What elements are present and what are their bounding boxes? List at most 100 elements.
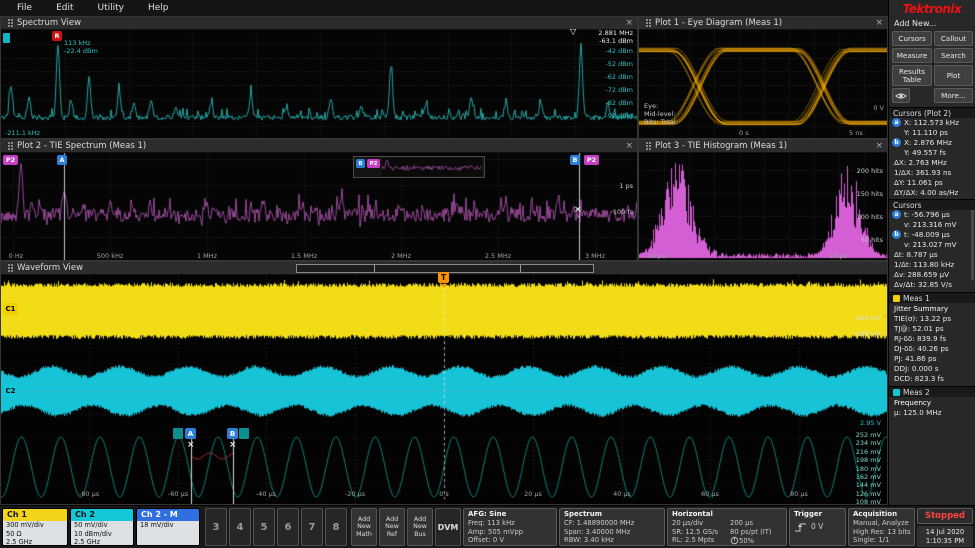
cursor-x-marker[interactable]: × (229, 441, 237, 450)
afg-freq: Freq: 113 kHz (468, 519, 552, 528)
settings-bar: Ch 1 300 mV/div 50 Ω 2.5 GHz Ch 2 50 mV/… (0, 505, 975, 548)
ch2-scale-label: 3.25 V (860, 380, 881, 388)
ch2-math-label: Ch 2 - M (137, 509, 199, 521)
waveform-plot-area[interactable] (1, 275, 888, 505)
afg-settings[interactable]: AFG: Sine Freq: 113 kHz Amp: 505 mVpp Of… (463, 508, 557, 546)
math-scale-label: 162 mV (856, 473, 881, 481)
spectrum-settings[interactable]: Spectrum CF: 1.48890000 MHz Span: 3.4000… (559, 508, 665, 546)
ch2-scale-label: 3.15 V (860, 393, 881, 401)
cursors-button[interactable]: Cursors (892, 31, 932, 46)
plot-source-badge[interactable]: P2 (3, 155, 18, 165)
measure-button[interactable]: Measure (892, 48, 932, 63)
math-scale-label: 198 mV (856, 456, 881, 464)
histogram-plot-area[interactable] (639, 153, 888, 261)
axis-tick: 2 MHz (391, 252, 411, 260)
more-button[interactable]: More... (934, 88, 973, 103)
acquisition-settings[interactable]: Acquisition Manual, Analyze High Res: 13… (848, 508, 915, 546)
channel2-handle-badge[interactable]: C2 (3, 385, 18, 397)
axis-tick: 2.5 MHz (485, 252, 511, 260)
tie-spectrum-titlebar[interactable]: Plot 2 - TIE Spectrum (Meas 1) × (1, 140, 637, 153)
meas-readout: DCD: 823.3 fs (889, 374, 975, 384)
menu-file[interactable]: File (6, 1, 43, 15)
channel-6-button[interactable]: 6 (277, 508, 299, 546)
axis-tick: 1 ps (619, 182, 633, 190)
eye-icon[interactable] (892, 88, 910, 103)
ch2-badge[interactable]: Ch 2 50 mV/div 10 dBm/div 2.5 GHz (70, 508, 134, 546)
label-line: New (385, 523, 399, 531)
ch1-bandwidth: 2.5 GHz (6, 538, 64, 546)
menu-utility[interactable]: Utility (87, 1, 135, 15)
results-sidebar: Tektronix Add New... Cursors Callout Mea… (888, 0, 975, 505)
cursor-readout: v: 213.316 mV (889, 220, 975, 230)
horizontal-settings[interactable]: Horizontal 20 µs/div 200 µs SR: 12.5 GS/… (667, 508, 787, 546)
eye-diagram-titlebar[interactable]: Plot 1 - Eye Diagram (Meas 1) × (639, 17, 887, 30)
ch2-math-scale: 18 mV/div (140, 521, 196, 530)
channel1-handle-badge[interactable]: C1 (3, 303, 18, 315)
peak-amplitude-label: -22.4 dBm (64, 47, 98, 55)
channel-8-button[interactable]: 8 (325, 508, 347, 546)
add-new-math-button[interactable]: Add New Math (351, 508, 377, 546)
tie-histogram-titlebar[interactable]: Plot 3 - TIE Histogram (Meas 1) × (639, 140, 887, 153)
trigger-settings[interactable]: Trigger 0 V (789, 508, 846, 546)
tie-plot-area[interactable] (1, 153, 638, 261)
plot-button[interactable]: Plot (934, 65, 973, 86)
spectrum-view-titlebar[interactable]: Spectrum View × (1, 17, 637, 30)
axis-tick: 1 MHz (197, 252, 217, 260)
ch1-termination: 50 Ω (6, 530, 64, 539)
waveform-view-panel: Waveform View T C1 C2 ◀ 699 mV -699 mV 3… (0, 261, 888, 505)
run-stop-status[interactable]: Stopped (917, 508, 973, 524)
axis-tick: 80 µs (790, 490, 808, 498)
close-icon[interactable]: × (625, 19, 633, 28)
plot-source-badge[interactable]: P2 (584, 155, 599, 165)
close-icon[interactable]: × (625, 142, 633, 151)
menu-edit[interactable]: Edit (45, 1, 84, 15)
ch2-math-badge[interactable]: Ch 2 - M 18 mV/div (136, 508, 200, 546)
knob-icon (730, 536, 739, 545)
ch2-scale-label: 3.05 V (860, 406, 881, 414)
reference-marker-badge[interactable]: R (52, 31, 62, 41)
drag-grip-icon (646, 145, 648, 147)
ch2-spectrum-scale: 10 dBm/div (74, 530, 130, 539)
search-button[interactable]: Search (934, 48, 973, 63)
cursor-source-chip (239, 428, 249, 439)
dvm-button[interactable]: DVM (435, 508, 461, 546)
afg-amplitude: Amp: 505 mVpp (468, 528, 552, 537)
meas2-header[interactable]: Meas 2 (889, 386, 975, 397)
meas1-header[interactable]: Meas 1 (889, 292, 975, 303)
marker-triangle-icon[interactable]: ▽ (570, 27, 576, 36)
add-new-ref-button[interactable]: Add New Ref (379, 508, 405, 546)
plot-thumbnail[interactable]: B P2 (353, 156, 485, 178)
waveform-cursor-a-badge[interactable]: A (185, 428, 196, 439)
tie-spectrum-panel: Plot 2 - TIE Spectrum (Meas 1) × P2 A B … (0, 139, 638, 261)
channel-3-button[interactable]: 3 (205, 508, 227, 546)
label-line: Add (386, 516, 398, 524)
axis-tick: -20 µs (345, 490, 365, 498)
results-table-button[interactable]: Results Table (892, 65, 932, 86)
close-icon[interactable]: × (875, 19, 883, 28)
meas-readout: PJ: 41.86 ps (889, 354, 975, 364)
close-icon[interactable]: × (875, 142, 883, 151)
axis-tick: 1.5 MHz (291, 252, 317, 260)
cursor-readout: Y: 11.110 ps (889, 128, 975, 138)
trigger-position-badge[interactable]: T (438, 272, 449, 283)
channel-7-button[interactable]: 7 (301, 508, 323, 546)
channel-5-button[interactable]: 5 (253, 508, 275, 546)
level-arrow-icon[interactable]: ◀ (882, 312, 887, 320)
channel-4-button[interactable]: 4 (229, 508, 251, 546)
cursors-header: Cursors (889, 199, 975, 210)
label-line: New (357, 523, 371, 531)
menu-help[interactable]: Help (137, 1, 180, 15)
spectrum-channel-chip[interactable] (3, 33, 10, 43)
meas1-title: Meas 1 (903, 293, 930, 304)
eye-plot-area[interactable] (639, 30, 888, 139)
ch1-badge[interactable]: Ch 1 300 mV/div 50 Ω 2.5 GHz (2, 508, 68, 546)
waveform-cursor-b-badge[interactable]: B (227, 428, 238, 439)
datetime-display: 14 Jul 2020 1:10:35 PM (917, 526, 973, 547)
cursor-x-marker[interactable]: × (187, 441, 195, 450)
add-new-bus-button[interactable]: Add New Bus (407, 508, 433, 546)
cursor-a-badge[interactable]: A (57, 155, 67, 165)
callout-button[interactable]: Callout (934, 31, 973, 46)
trigger-edge-icon (794, 522, 808, 533)
cursor-b-badge[interactable]: B (570, 155, 580, 165)
cursor-x-marker[interactable]: × (574, 206, 582, 215)
